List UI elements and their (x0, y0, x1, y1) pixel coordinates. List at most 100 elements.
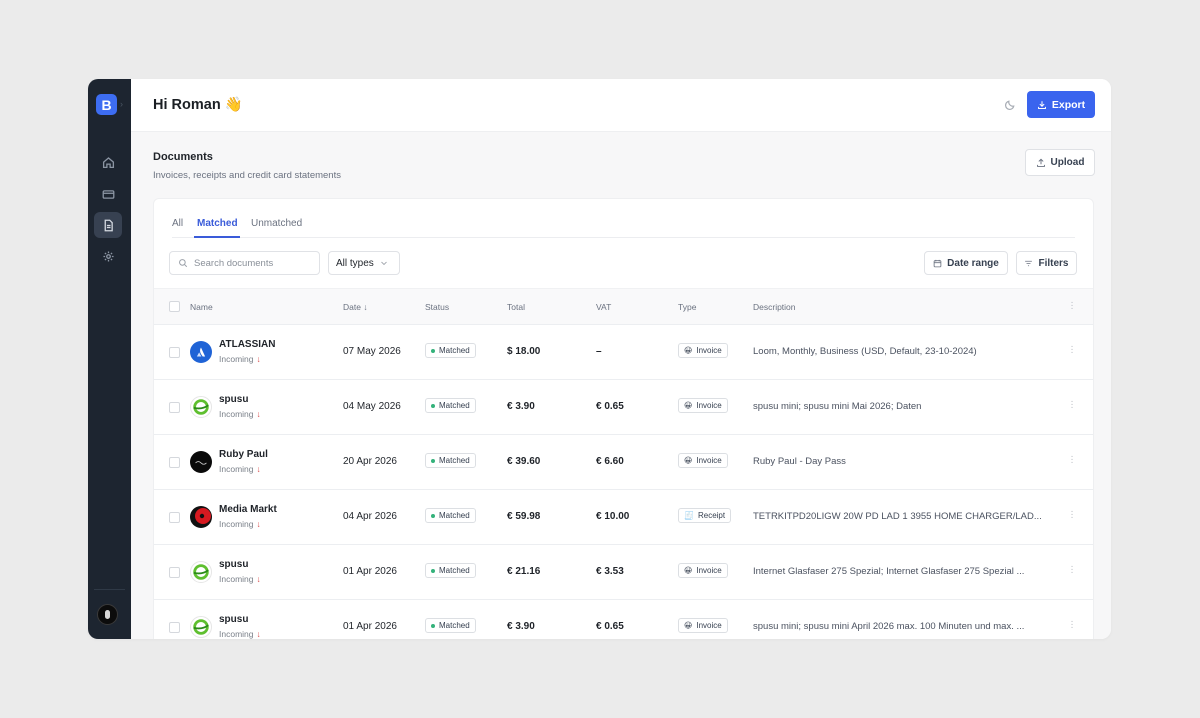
row-description: Loom, Monthly, Business (USD, Default, 2… (753, 346, 977, 357)
select-all-checkbox[interactable] (169, 301, 180, 312)
status-badge: Matched (425, 618, 476, 633)
table-header: Name Date ↓ Status Total VAT Type Descri… (154, 288, 1093, 325)
row-vat: € 3.53 (596, 566, 624, 577)
arrow-down-icon: ↓ (256, 629, 261, 639)
app-window: B › Hi Roman 👋 Export Documents Invoices… (88, 79, 1111, 639)
spusu-logo (190, 616, 212, 638)
app-logo[interactable]: B (96, 94, 117, 115)
column-description[interactable]: Description (753, 302, 796, 312)
row-description: Ruby Paul - Day Pass (753, 456, 846, 467)
row-checkbox[interactable] (169, 457, 180, 468)
sidebar-item-cards[interactable] (94, 181, 122, 207)
arrow-down-icon: ↓ (256, 574, 261, 584)
tab-unmatched[interactable]: Unmatched (251, 218, 302, 229)
sidebar-item-documents[interactable] (94, 212, 122, 238)
ruby-paul-logo (190, 451, 212, 473)
row-description: Internet Glasfaser 275 Spezial; Internet… (753, 566, 1025, 577)
column-type[interactable]: Type (678, 302, 696, 312)
row-menu-icon[interactable]: · · · (1070, 452, 1074, 468)
column-vat[interactable]: VAT (596, 302, 611, 312)
upload-button[interactable]: Upload (1025, 149, 1095, 176)
row-checkbox[interactable] (169, 567, 180, 578)
smiley-icon: 😀 (684, 566, 693, 575)
smiley-icon: 😀 (684, 621, 693, 630)
row-checkbox[interactable] (169, 512, 180, 523)
row-date: 01 Apr 2026 (343, 566, 397, 577)
column-total[interactable]: Total (507, 302, 525, 312)
user-avatar[interactable] (97, 604, 118, 625)
arrow-down-icon: ↓ (256, 409, 261, 419)
filters-button[interactable]: Filters (1016, 251, 1077, 275)
type-badge: 😀 Invoice (678, 618, 728, 633)
row-checkbox[interactable] (169, 622, 180, 633)
status-badge: Matched (425, 343, 476, 358)
credit-card-icon (102, 189, 114, 199)
sidebar-item-home[interactable] (94, 149, 122, 175)
sidebar-item-settings[interactable] (94, 243, 122, 269)
arrow-down-icon: ↓ (256, 354, 261, 364)
status-badge: Matched (425, 508, 476, 523)
status-badge: Matched (425, 563, 476, 578)
smiley-icon: 😀 (684, 456, 693, 465)
type-badge: 😀 Invoice (678, 398, 728, 413)
date-range-button[interactable]: Date range (924, 251, 1008, 275)
theme-toggle[interactable] (1004, 98, 1018, 112)
export-button[interactable]: Export (1027, 91, 1095, 118)
table-row[interactable]: Ruby Paul Incoming ↓ 20 Apr 2026 Matched … (154, 435, 1093, 490)
row-menu-icon[interactable]: · · · (1070, 342, 1074, 358)
tab-all[interactable]: All (172, 218, 183, 229)
vendor-name: spusu (219, 394, 249, 405)
table-row[interactable]: spusu Incoming ↓ 04 May 2026 Matched € 3.… (154, 380, 1093, 435)
row-total: € 59.98 (507, 511, 541, 522)
type-badge: 😀 Invoice (678, 343, 728, 358)
column-date[interactable]: Date ↓ (343, 302, 368, 312)
chevron-right-icon[interactable]: › (120, 99, 123, 109)
row-description: TETRKITPD20LIGW 20W PD LAD 1 3955 HOME C… (753, 511, 1042, 522)
active-tab-underline (194, 236, 240, 238)
row-checkbox[interactable] (169, 347, 180, 358)
greeting: Hi Roman 👋 (153, 97, 243, 113)
row-total: € 21.16 (507, 566, 541, 577)
row-menu-icon[interactable]: · · · (1070, 507, 1074, 523)
gear-icon (102, 250, 114, 262)
media-markt-logo (190, 506, 212, 528)
types-select[interactable]: All types (328, 251, 400, 275)
column-options-icon[interactable]: · · · (1070, 298, 1074, 314)
date-range-label: Date range (947, 257, 999, 269)
table-row[interactable]: spusu Incoming ↓ 01 Apr 2026 Matched € 3.… (154, 600, 1093, 639)
documents-card: All Matched Unmatched All types Date ran… (153, 198, 1094, 639)
table-row[interactable]: Media Markt Incoming ↓ 04 Apr 2026 Matche… (154, 490, 1093, 545)
row-total: € 3.90 (507, 401, 535, 412)
table-row[interactable]: ATLASSIAN Incoming ↓ 07 May 2026 Matched … (154, 325, 1093, 380)
tab-matched[interactable]: Matched (197, 218, 238, 229)
row-checkbox[interactable] (169, 402, 180, 413)
page-title: Documents (153, 151, 213, 163)
search-box[interactable] (169, 251, 320, 275)
column-status[interactable]: Status (425, 302, 449, 312)
direction-label: Incoming ↓ (219, 629, 261, 639)
row-total: $ 18.00 (507, 346, 541, 357)
table-row[interactable]: spusu Incoming ↓ 01 Apr 2026 Matched € 21… (154, 545, 1093, 600)
document-icon (104, 219, 113, 231)
row-date: 04 Apr 2026 (343, 511, 397, 522)
column-name[interactable]: Name (190, 302, 213, 312)
row-total: € 39.60 (507, 456, 541, 467)
vendor-name: Ruby Paul (219, 449, 268, 460)
smiley-icon: 😀 (684, 401, 693, 410)
row-date: 20 Apr 2026 (343, 456, 397, 467)
type-badge: 😀 Invoice (678, 453, 728, 468)
direction-label: Incoming ↓ (219, 574, 261, 584)
filters-label: Filters (1038, 257, 1069, 269)
row-menu-icon[interactable]: · · · (1070, 617, 1074, 633)
search-input[interactable] (194, 257, 314, 269)
row-vat: € 6.60 (596, 456, 624, 467)
sidebar: B › (88, 79, 131, 639)
row-menu-icon[interactable]: · · · (1070, 562, 1074, 578)
row-menu-icon[interactable]: · · · (1070, 397, 1074, 413)
export-label: Export (1051, 98, 1086, 111)
upload-icon (1036, 158, 1045, 167)
row-description: spusu mini; spusu mini April 2026 max. 1… (753, 621, 1025, 632)
home-icon (102, 156, 114, 168)
direction-label: Incoming ↓ (219, 464, 261, 474)
vendor-name: ATLASSIAN (219, 339, 276, 350)
